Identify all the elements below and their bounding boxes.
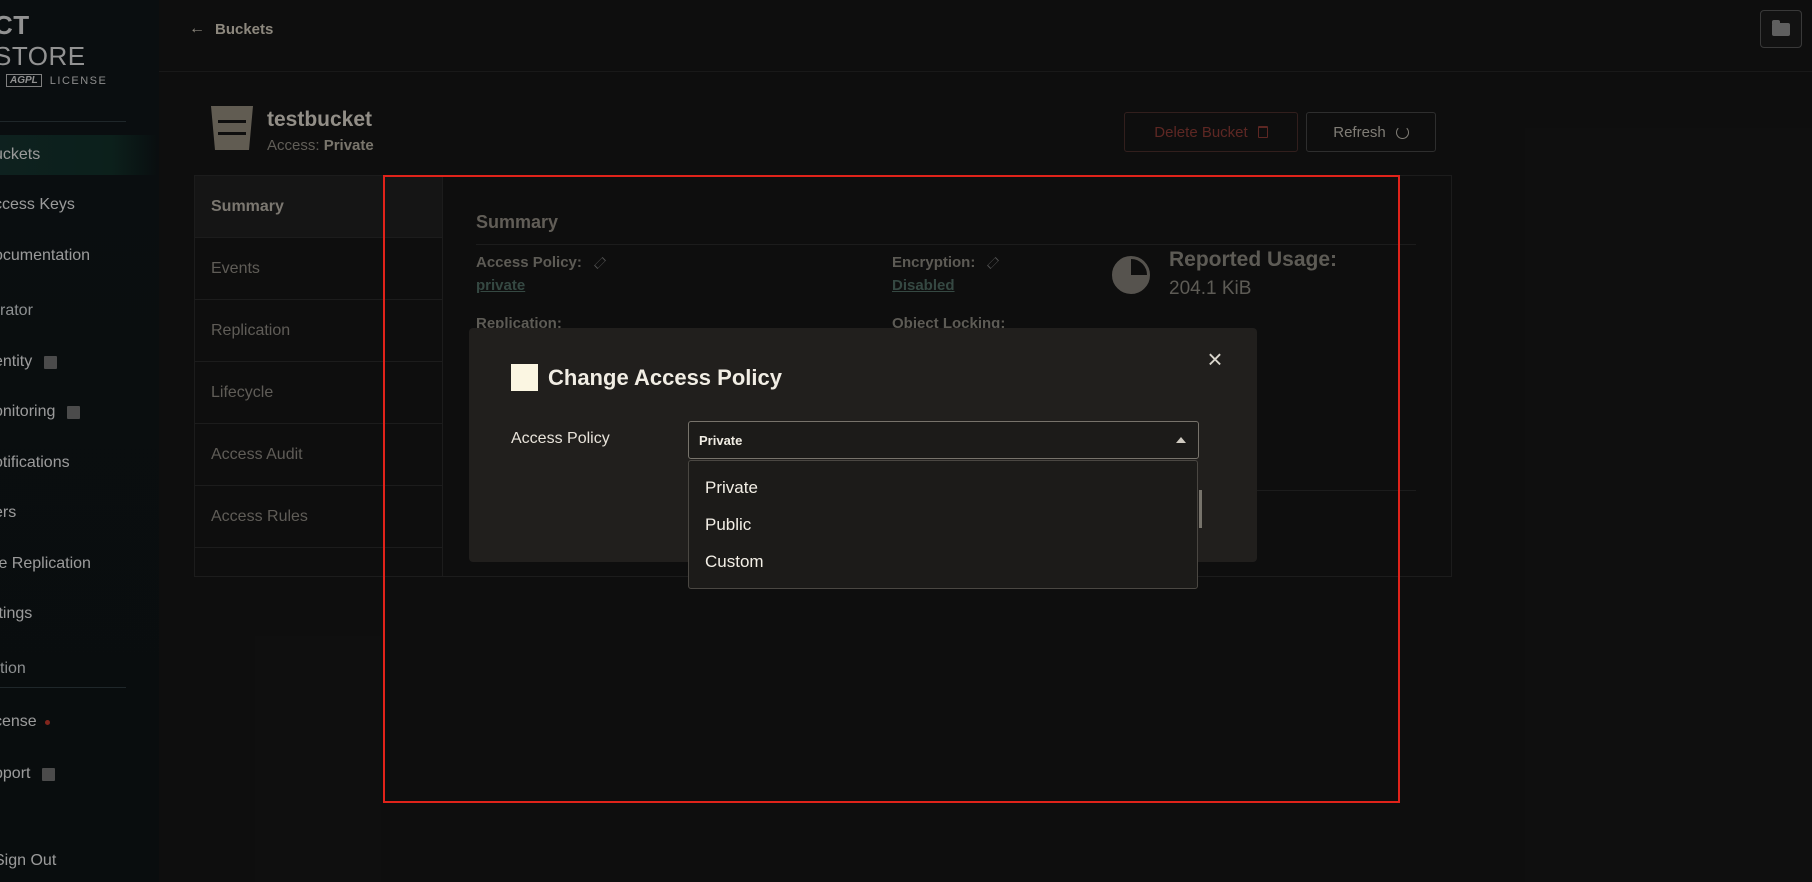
app-root: CT STORE AGPL LICENSE uckets ccess Keys …: [0, 0, 1812, 882]
highlight-box: [383, 175, 1400, 803]
